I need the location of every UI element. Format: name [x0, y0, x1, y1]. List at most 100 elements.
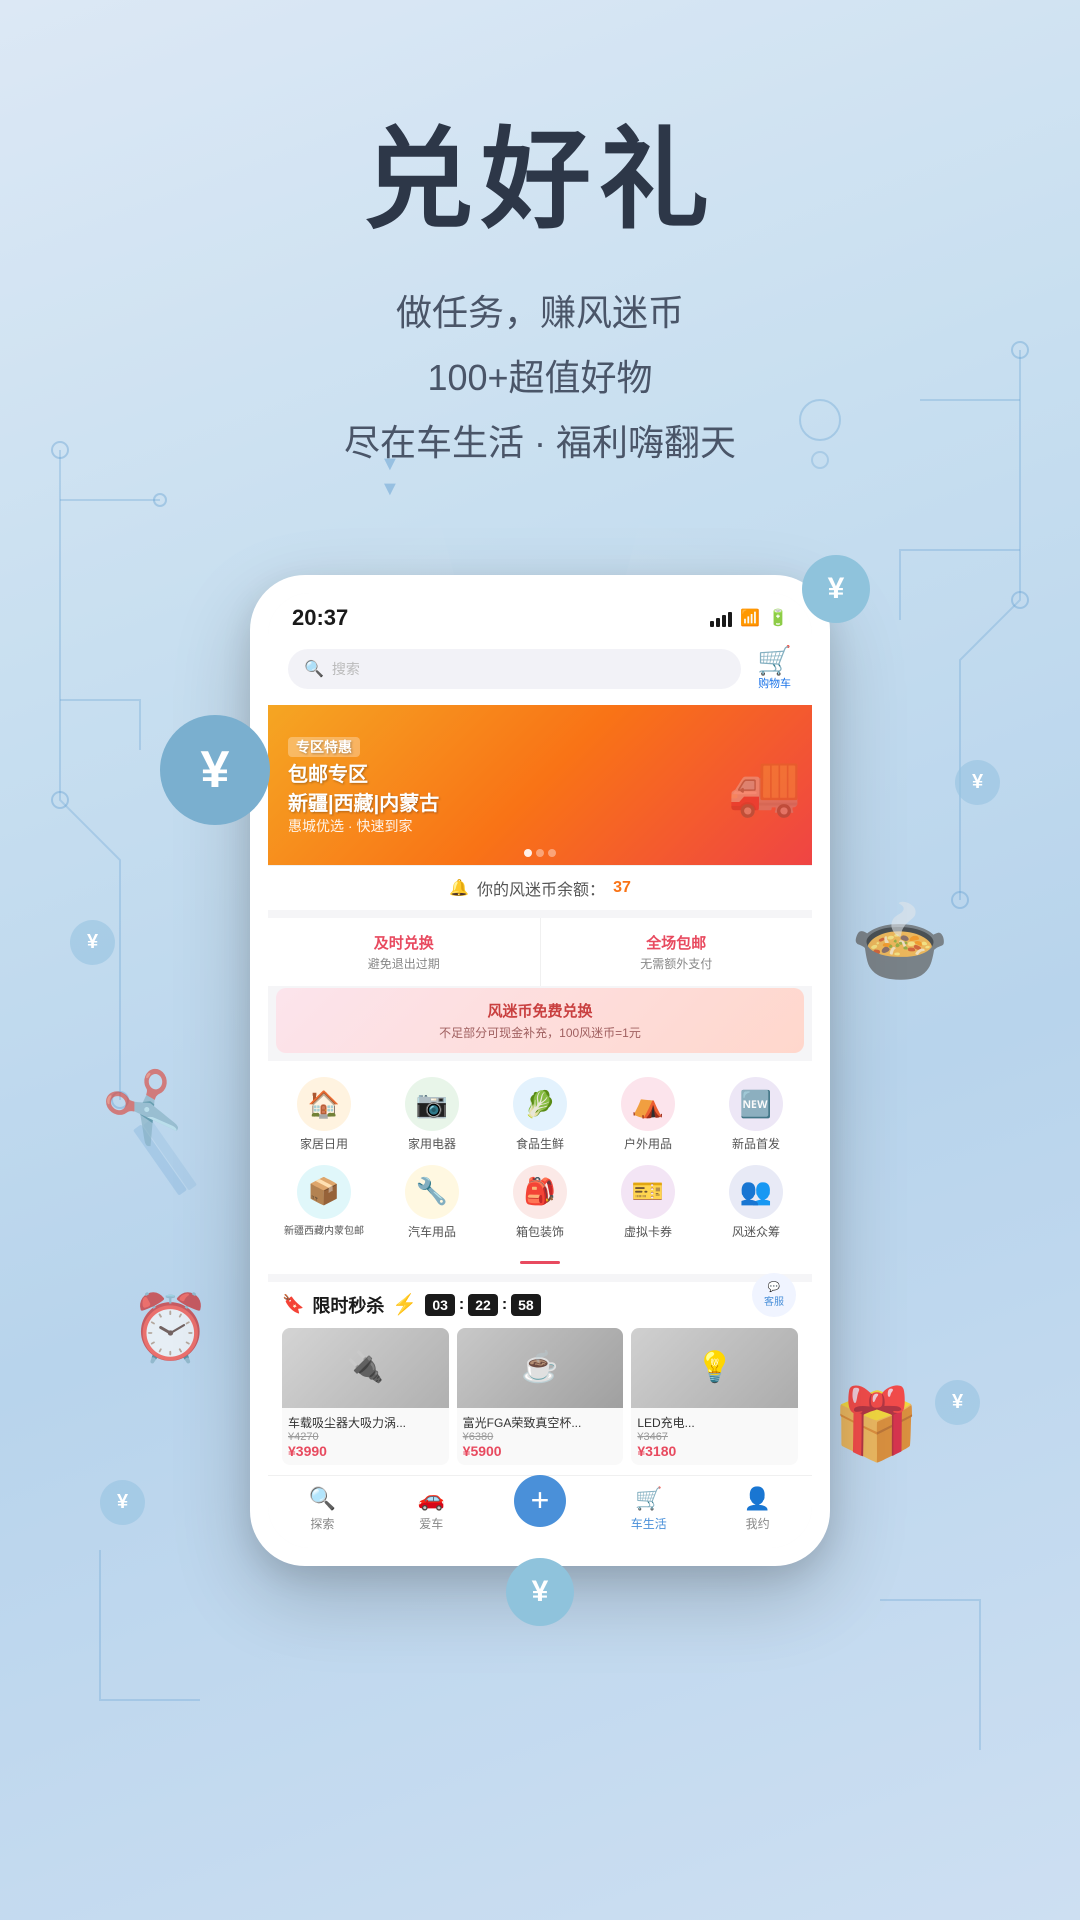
- category-crowdfund[interactable]: 👥 风迷众筹: [708, 1165, 804, 1241]
- lightning-icon: ⚡: [392, 1292, 417, 1317]
- product-original-price-0: ¥4270: [288, 1431, 443, 1443]
- timer-hours: 03: [425, 1294, 455, 1316]
- float-yuan-right-top: ¥: [955, 760, 1000, 805]
- product-name-0: 车载吸尘器大吸力涡...: [288, 1414, 443, 1431]
- banner-title-main: 包邮专区: [288, 758, 439, 787]
- category-outdoor[interactable]: ⛺ 户外用品: [600, 1077, 696, 1153]
- cat-label-region: 新疆西藏内蒙包邮: [284, 1225, 364, 1238]
- bottom-nav: 🔍 探索 🚗 爱车 + 🛒 车生活 👤: [268, 1475, 812, 1548]
- nav-life[interactable]: 🛒 车生活: [594, 1486, 703, 1532]
- float-yuan-left: ¥: [70, 920, 115, 965]
- product-name-1: 富光FGA荣致真空杯...: [463, 1414, 618, 1431]
- hero-subtitle: 做任务，赚风迷币 100+超值好物 尽在车生活 · 福利嗨翻天: [0, 281, 1080, 475]
- nav-car[interactable]: 🚗 爱车: [377, 1486, 486, 1532]
- chat-icon: 💬: [768, 1282, 780, 1293]
- subtitle-line1: 做任务，赚风迷币: [0, 281, 1080, 346]
- signal-icon: [710, 609, 732, 627]
- nav-explore[interactable]: 🔍 探索: [268, 1486, 377, 1532]
- more-indicator: [268, 1257, 812, 1274]
- search-bar[interactable]: 🔍 搜索: [288, 649, 741, 689]
- category-new[interactable]: 🆕 新品首发: [708, 1077, 804, 1153]
- cat-icon-virtual: 🎫: [621, 1165, 675, 1219]
- product-item-1[interactable]: ☕ 富光FGA荣致真空杯... ¥6380 ¥5900: [457, 1328, 624, 1465]
- action-title-1: 全场包邮: [551, 932, 803, 953]
- coins-balance-bar: 🔔 你的风迷币余额： 37: [268, 865, 812, 910]
- phone-inner: 20:37 📶 🔋 🔍 搜索: [268, 593, 812, 1547]
- category-region[interactable]: 📦 新疆西藏内蒙包邮: [276, 1165, 372, 1241]
- action-row: 及时兑换 避免退出过期 全场包邮 无需额外支付: [268, 918, 812, 986]
- product-item-2[interactable]: 💡 LED充电... ¥3467 ¥3180: [631, 1328, 798, 1465]
- product-info-1: 富光FGA荣致真空杯... ¥6380 ¥5900: [457, 1408, 624, 1465]
- cat-label-auto: 汽车用品: [408, 1225, 456, 1241]
- product-row: 🔌 车载吸尘器大吸力涡... ¥4270 ¥3990 ☕: [282, 1328, 798, 1465]
- banner-decoration: 🚚: [727, 750, 802, 821]
- cat-icon-food: 🥬: [513, 1077, 567, 1131]
- cat-label-virtual: 虚拟卡券: [624, 1225, 672, 1241]
- subtitle-line2: 100+超值好物: [0, 346, 1080, 411]
- hero-section: 兑好礼 做任务，赚风迷币 100+超值好物 尽在车生活 · 福利嗨翻天: [0, 0, 1080, 515]
- flash-label: 限时秒杀: [312, 1292, 384, 1318]
- search-placeholder: 搜索: [332, 659, 360, 679]
- float-yuan-left-bot: ¥: [100, 1480, 145, 1525]
- action-free-shipping[interactable]: 全场包邮 无需额外支付: [541, 918, 813, 986]
- timer-colon-1: :: [459, 1296, 464, 1314]
- status-bar: 20:37 📶 🔋: [268, 593, 812, 639]
- banner-badge: 专区特惠: [288, 737, 360, 757]
- coins-balance-icon: 🔔: [449, 878, 469, 898]
- cat-label-bags: 箱包装饰: [516, 1225, 564, 1241]
- redeem-section[interactable]: 风迷币免费兑换 不足部分可现金补充，100风迷币=1元: [276, 988, 804, 1053]
- cat-label-household: 家居日用: [300, 1137, 348, 1153]
- phone-mockup: 20:37 📶 🔋 🔍 搜索: [250, 575, 830, 1565]
- explore-icon: 🔍: [309, 1486, 336, 1512]
- product-img-2: 💡: [631, 1328, 798, 1408]
- cart-button[interactable]: 🛒 购物车: [757, 647, 792, 691]
- redeem-subtitle: 不足部分可现金补充，100风迷币=1元: [292, 1024, 788, 1041]
- life-label: 车生活: [631, 1515, 667, 1532]
- action-sub-0: 避免退出过期: [278, 955, 530, 972]
- banner[interactable]: 专区特惠 包邮专区 新疆|西藏|内蒙古 惠城优选 · 快速到家 🚚: [268, 705, 812, 865]
- category-auto[interactable]: 🔧 汽车用品: [384, 1165, 480, 1241]
- action-title-0: 及时兑换: [278, 932, 530, 953]
- product-sale-price-2: ¥3180: [637, 1443, 792, 1459]
- category-appliances[interactable]: 📷 家用电器: [384, 1077, 480, 1153]
- car-label: 爱车: [419, 1515, 443, 1532]
- nav-add[interactable]: +: [486, 1491, 595, 1527]
- product-sale-price-1: ¥5900: [463, 1443, 618, 1459]
- cat-icon-new: 🆕: [729, 1077, 783, 1131]
- banner-title-regions: 新疆|西藏|内蒙古: [288, 787, 439, 816]
- plus-icon: +: [531, 1482, 550, 1519]
- category-food[interactable]: 🥬 食品生鲜: [492, 1077, 588, 1153]
- cat-icon-bags: 🎒: [513, 1165, 567, 1219]
- cart-label: 购物车: [758, 675, 791, 691]
- banner-subtitle: 惠城优选 · 快速到家: [288, 816, 439, 836]
- nav-profile[interactable]: 👤 我约: [703, 1486, 812, 1532]
- status-icons: 📶 🔋: [710, 608, 788, 628]
- add-circle-button[interactable]: +: [514, 1475, 566, 1527]
- explore-label: 探索: [310, 1515, 334, 1532]
- cat-label-crowdfund: 风迷众筹: [732, 1225, 780, 1241]
- wifi-icon: 📶: [740, 608, 760, 628]
- phone-container: ¥ ¥ 🍲 🎁 ✂️ ⏰ 20:37 📶 🔋: [190, 575, 890, 1565]
- category-grid: 🏠 家居日用 📷 家用电器 🥬 食品生鲜 ⛺ 户外用品 🆕 新品首发: [268, 1061, 812, 1256]
- timer-colon-2: :: [502, 1296, 507, 1314]
- search-icon: 🔍: [304, 659, 324, 679]
- cat-label-appliances: 家用电器: [408, 1137, 456, 1153]
- service-label: 客服: [764, 1293, 784, 1308]
- product-original-price-1: ¥6380: [463, 1431, 618, 1443]
- product-img-0: 🔌: [282, 1328, 449, 1408]
- cat-icon-appliances: 📷: [405, 1077, 459, 1131]
- timer-minutes: 22: [468, 1294, 498, 1316]
- redeem-title: 风迷币免费兑换: [292, 1000, 788, 1021]
- cat-icon-crowdfund: 👥: [729, 1165, 783, 1219]
- profile-icon: 👤: [744, 1486, 771, 1512]
- category-household[interactable]: 🏠 家居日用: [276, 1077, 372, 1153]
- status-time: 20:37: [292, 605, 348, 631]
- timer-box: 03 : 22 : 58: [425, 1294, 540, 1316]
- banner-text: 专区特惠 包邮专区 新疆|西藏|内蒙古 惠城优选 · 快速到家: [288, 735, 439, 836]
- flash-icon: 🔖: [282, 1294, 304, 1315]
- action-timely-redeem[interactable]: 及时兑换 避免退出过期: [268, 918, 541, 986]
- category-bags[interactable]: 🎒 箱包装饰: [492, 1165, 588, 1241]
- product-item-0[interactable]: 🔌 车载吸尘器大吸力涡... ¥4270 ¥3990: [282, 1328, 449, 1465]
- category-virtual[interactable]: 🎫 虚拟卡券: [600, 1165, 696, 1241]
- deco-pot: 🍲: [850, 895, 950, 989]
